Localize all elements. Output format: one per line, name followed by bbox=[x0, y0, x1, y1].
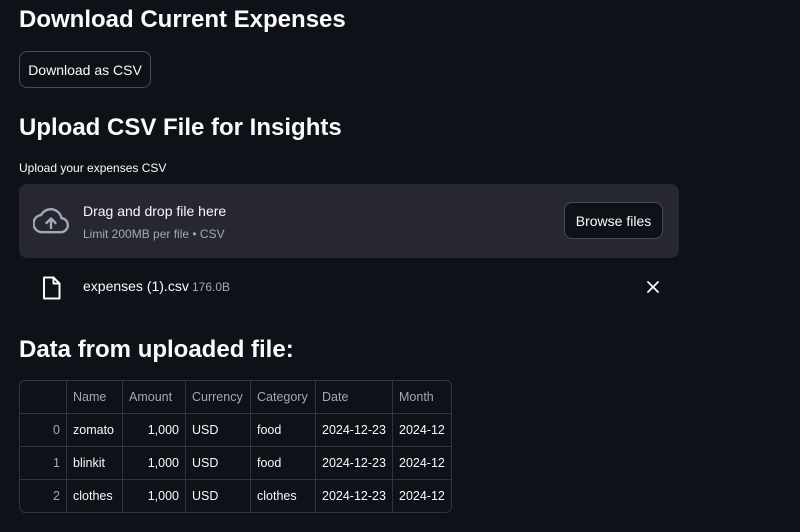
download-csv-button[interactable]: Download as CSV bbox=[19, 51, 151, 88]
cell-date[interactable]: 2024-12-23 bbox=[316, 447, 393, 480]
file-dropzone[interactable]: Drag and drop file here Limit 200MB per … bbox=[19, 184, 679, 258]
uploaded-file-item: expenses (1).csv 176.0B bbox=[19, 270, 679, 304]
cell-month[interactable]: 2024-12 bbox=[393, 414, 451, 447]
cell-date[interactable]: 2024-12-23 bbox=[316, 480, 393, 512]
cell-currency[interactable]: USD bbox=[186, 414, 251, 447]
column-header-date[interactable]: Date bbox=[316, 381, 393, 414]
cell-currency[interactable]: USD bbox=[186, 480, 251, 512]
dropzone-title: Drag and drop file here bbox=[83, 203, 227, 219]
data-table: Name Amount Currency Category Date Month… bbox=[19, 380, 452, 513]
download-heading: Download Current Expenses bbox=[19, 6, 346, 33]
uploaded-file-name: expenses (1).csv bbox=[83, 278, 189, 294]
cell-name[interactable]: clothes bbox=[67, 480, 123, 512]
cell-date[interactable]: 2024-12-23 bbox=[316, 414, 393, 447]
cell-amount[interactable]: 1,000 bbox=[123, 414, 186, 447]
row-index: 2 bbox=[20, 480, 67, 512]
column-header-amount[interactable]: Amount bbox=[123, 381, 186, 414]
browse-files-button[interactable]: Browse files bbox=[564, 202, 663, 239]
uploaded-file-size: 176.0B bbox=[192, 280, 231, 294]
cell-month[interactable]: 2024-12 bbox=[393, 447, 451, 480]
cell-amount[interactable]: 1,000 bbox=[123, 480, 186, 512]
cell-category[interactable]: food bbox=[251, 447, 316, 480]
upload-heading: Upload CSV File for Insights bbox=[19, 114, 342, 141]
table-header-row: Name Amount Currency Category Date Month bbox=[20, 381, 451, 414]
column-header-name[interactable]: Name bbox=[67, 381, 123, 414]
column-header-index[interactable] bbox=[20, 381, 67, 414]
upload-field-label: Upload your expenses CSV bbox=[19, 161, 167, 175]
column-header-category[interactable]: Category bbox=[251, 381, 316, 414]
row-index: 0 bbox=[20, 414, 67, 447]
column-header-currency[interactable]: Currency bbox=[186, 381, 251, 414]
app-page: Download Current Expenses Download as CS… bbox=[0, 0, 800, 532]
cell-amount[interactable]: 1,000 bbox=[123, 447, 186, 480]
row-index: 1 bbox=[20, 447, 67, 480]
dropzone-limit-text: Limit 200MB per file • CSV bbox=[83, 227, 225, 241]
table-row: 1 blinkit 1,000 USD food 2024-12-23 2024… bbox=[20, 447, 451, 480]
cell-category[interactable]: clothes bbox=[251, 480, 316, 512]
file-icon bbox=[43, 276, 61, 300]
cell-currency[interactable]: USD bbox=[186, 447, 251, 480]
close-icon[interactable] bbox=[645, 279, 661, 295]
table-row: 2 clothes 1,000 USD clothes 2024-12-23 2… bbox=[20, 480, 451, 512]
column-header-month[interactable]: Month bbox=[393, 381, 451, 414]
data-heading: Data from uploaded file: bbox=[19, 336, 294, 363]
cloud-upload-icon bbox=[33, 207, 69, 234]
table-row: 0 zomato 1,000 USD food 2024-12-23 2024-… bbox=[20, 414, 451, 447]
cell-name[interactable]: zomato bbox=[67, 414, 123, 447]
cell-month[interactable]: 2024-12 bbox=[393, 480, 451, 512]
cell-category[interactable]: food bbox=[251, 414, 316, 447]
cell-name[interactable]: blinkit bbox=[67, 447, 123, 480]
